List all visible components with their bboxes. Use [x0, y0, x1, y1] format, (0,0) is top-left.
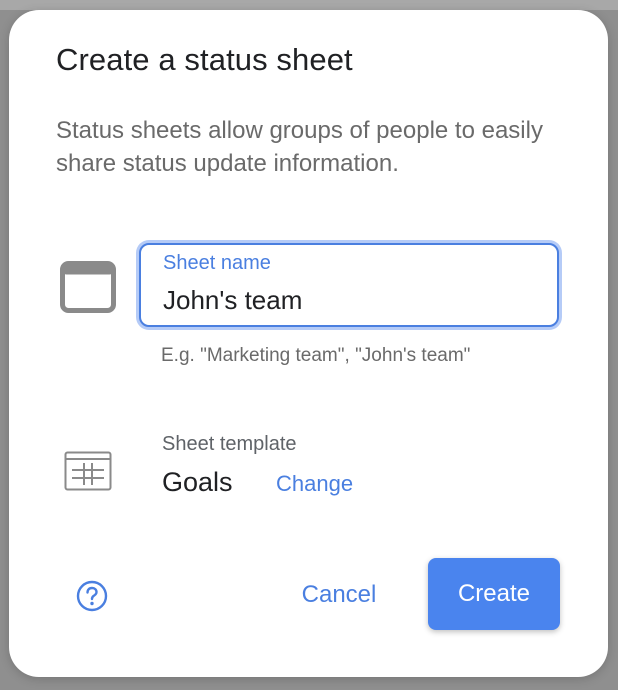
cancel-button[interactable]: Cancel	[279, 570, 399, 620]
dialog-description: Status sheets allow groups of people to …	[56, 117, 543, 177]
help-icon[interactable]	[76, 580, 108, 612]
sheet-template-value: Goals	[162, 467, 233, 497]
create-button[interactable]: Create	[428, 558, 560, 630]
grid-icon	[64, 451, 112, 491]
sheet-template-label: Sheet template	[162, 433, 297, 455]
backdrop	[0, 0, 618, 10]
sheet-name-hint: E.g. "Marketing team", "John's team"	[161, 345, 471, 366]
sheet-name-input[interactable]: John's team	[163, 285, 302, 316]
sheet-name-label: Sheet name	[163, 252, 271, 274]
change-template-link[interactable]: Change	[276, 471, 353, 497]
window-icon	[60, 261, 116, 313]
dialog-title: Create a status sheet	[56, 42, 353, 77]
sheet-name-field[interactable]: Sheet name John's team	[139, 243, 559, 327]
create-status-sheet-dialog: Create a status sheet Status sheets allo…	[9, 10, 608, 677]
